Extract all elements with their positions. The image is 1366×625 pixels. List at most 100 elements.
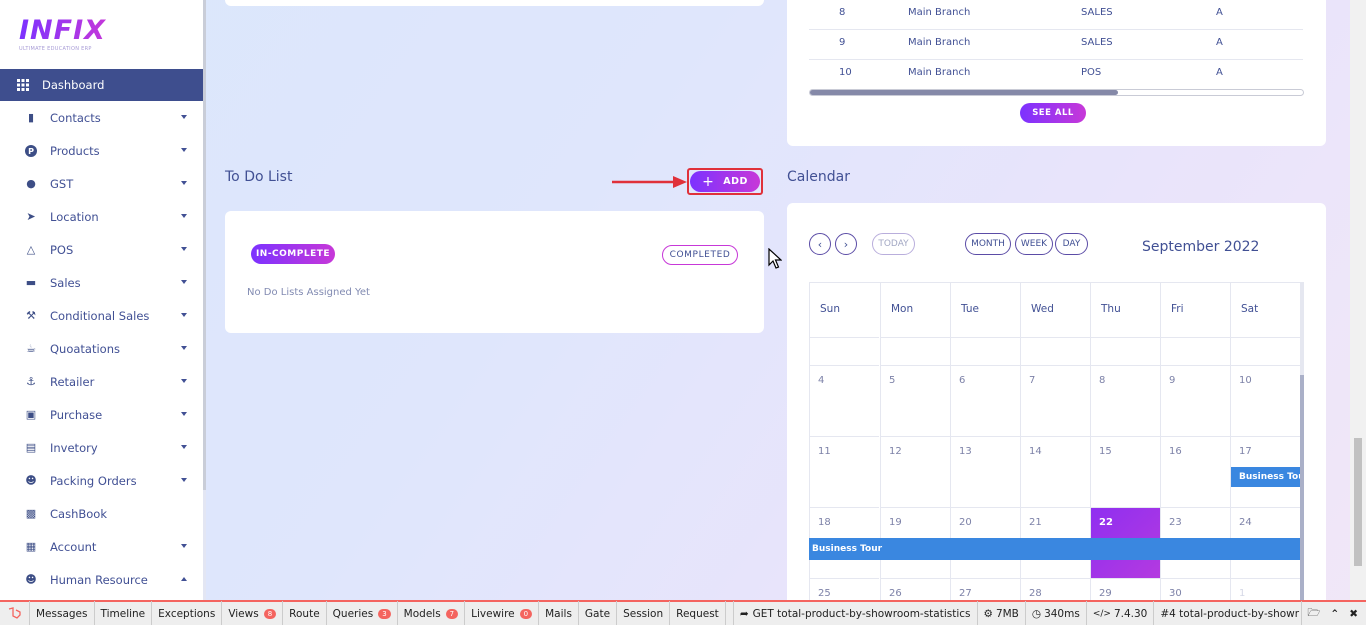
folder-open-icon[interactable]: 🗁 [1302, 601, 1325, 625]
sidebar-item-packing-orders[interactable]: ☻ Packing Orders [0, 464, 203, 497]
page-scrollbar-thumb[interactable] [1354, 438, 1362, 566]
debugbar-request-select[interactable]: #4 total-product-by-showr ⌄ [1154, 601, 1303, 625]
sidebar-item-dashboard[interactable]: Dashboard [0, 69, 203, 101]
cell-no: 10 [839, 67, 852, 78]
calendar-event[interactable]: Business Tour [809, 538, 1300, 560]
today-button[interactable]: TODAY [872, 233, 915, 255]
month-view-button[interactable]: MONTH [965, 233, 1011, 255]
debugbar-tab-route[interactable]: Route [283, 601, 327, 625]
debugbar-tab-gate[interactable]: Gate [579, 601, 618, 625]
page-scrollbar[interactable] [1350, 0, 1366, 600]
debugbar-tab-timeline[interactable]: Timeline [95, 601, 153, 625]
sidebar-item-pos[interactable]: △ POS [0, 233, 203, 266]
calendar-day-cell[interactable]: 15 [1090, 436, 1160, 507]
calendar-scroll-thumb[interactable] [1300, 375, 1304, 600]
calendar-day-cell[interactable] [1090, 337, 1160, 365]
debugbar-tab-livewire[interactable]: Livewire 0 [465, 601, 540, 625]
sidebar-item-invetory[interactable]: ▤ Invetory [0, 431, 203, 464]
debugbar-tab-request[interactable]: Request [670, 601, 726, 625]
calendar-day-cell[interactable]: 5 [880, 365, 950, 436]
sidebar-item-contacts[interactable]: ▮ Contacts [0, 101, 203, 134]
cell-type: SALES [1081, 7, 1113, 18]
calendar-day-cell[interactable]: 7 [1020, 365, 1090, 436]
sidebar-item-gst[interactable]: ● GST [0, 167, 203, 200]
calendar-day-cell[interactable] [1160, 337, 1230, 365]
tab-incomplete[interactable]: IN-COMPLETE [251, 244, 335, 264]
scrollbar-thumb[interactable] [810, 90, 1118, 95]
debugbar-tab-label: Livewire [471, 607, 515, 620]
caret-down-icon [181, 280, 187, 284]
prev-month-button[interactable]: ‹ [809, 233, 831, 255]
sidebar-item-conditional-sales[interactable]: ⚒ Conditional Sales [0, 299, 203, 332]
calendar-day-cell[interactable] [950, 337, 1020, 365]
calendar-day-number: 28 [1029, 588, 1042, 599]
debugbar-tab-queries[interactable]: Queries 3 [327, 601, 398, 625]
calendar-day-cell[interactable]: 13 [950, 436, 1020, 507]
logo[interactable]: INFIX ULTIMATE EDUCATION ERP [0, 0, 203, 69]
calendar-day-cell[interactable]: 9 [1160, 365, 1230, 436]
calendar-day-cell[interactable]: 10 [1230, 365, 1300, 436]
calendar-day-cell[interactable]: 16 [1160, 436, 1230, 507]
next-month-button[interactable]: › [835, 233, 857, 255]
debugbar-tab-label: Views [228, 607, 259, 620]
sidebar-item-label: Conditional Sales [50, 308, 150, 323]
mug-icon: ☕ [26, 342, 36, 355]
debugbar-tab-models[interactable]: Models 7 [398, 601, 466, 625]
weekday-header: Thu [1090, 283, 1160, 337]
debugbar-tab-exceptions[interactable]: Exceptions [152, 601, 223, 625]
table-horizontal-scrollbar[interactable] [809, 89, 1304, 96]
calendar-day-cell[interactable]: 14 [1020, 436, 1090, 507]
debugbar-tab-messages[interactable]: Messages [30, 601, 95, 625]
pos-icon: △ [26, 243, 36, 256]
weekday-header: Fri [1160, 283, 1230, 337]
calendar-day-cell[interactable]: 6 [950, 365, 1020, 436]
calendar-day-cell[interactable]: 12 [880, 436, 950, 507]
caret-down-icon [181, 445, 187, 449]
calendar-day-cell[interactable]: 11 [809, 436, 879, 507]
sidebar-item-human-resource[interactable]: ☻ Human Resource [0, 563, 203, 596]
sidebar-item-products[interactable]: P Products [0, 134, 203, 167]
debugbar-tab-session[interactable]: Session [617, 601, 671, 625]
sidebar-item-sales[interactable]: ▬ Sales [0, 266, 203, 299]
laravel-logo-icon[interactable] [0, 601, 30, 625]
calendar-day-number: 5 [889, 375, 896, 386]
request-select-value: #4 total-product-by-showr [1160, 607, 1300, 620]
calendar-day-cell[interactable] [1020, 337, 1090, 365]
todo-card [225, 211, 764, 333]
add-label: ADD [723, 176, 748, 187]
sidebar-item-purchase[interactable]: ▣ Purchase [0, 398, 203, 431]
calendar-day-cell[interactable] [1230, 337, 1300, 365]
sidebar-scrollbar[interactable] [203, 0, 206, 490]
logo-text: INFIX [19, 17, 203, 45]
weekday-header: Tue [950, 283, 1020, 337]
week-view-button[interactable]: WEEK [1015, 233, 1053, 255]
debugbar-tab-views[interactable]: Views 8 [222, 601, 284, 625]
contacts-icon: ▮ [27, 111, 35, 124]
calendar-event[interactable]: Business Tour [1231, 467, 1300, 487]
table-row: 9 Main Branch SALES A [809, 30, 1303, 60]
see-all-button[interactable]: SEE ALL [1020, 103, 1086, 123]
sidebar-item-label: Products [50, 143, 100, 158]
day-view-button[interactable]: DAY [1055, 233, 1088, 255]
calendar-day-cell[interactable]: 4 [809, 365, 879, 436]
calendar-day-cell[interactable] [880, 337, 950, 365]
calendar-day-number: 15 [1099, 446, 1112, 457]
calendar-day-cell[interactable] [809, 337, 879, 365]
calendar-day-cell[interactable]: 8 [1090, 365, 1160, 436]
sidebar-item-quoatations[interactable]: ☕ Quoatations [0, 332, 203, 365]
debugbar-tab-mails[interactable]: Mails [539, 601, 579, 625]
close-icon[interactable]: ✖ [1344, 601, 1366, 625]
sidebar-item-retailer[interactable]: ⚓ Retailer [0, 365, 203, 398]
sidebar-item-account[interactable]: ▦ Account [0, 530, 203, 563]
card-top-left [225, 0, 764, 6]
calendar-day-number: 10 [1239, 375, 1252, 386]
add-todo-button[interactable]: + ADD [690, 171, 760, 192]
debugbar-tab-label: Route [289, 607, 320, 620]
sidebar-item-cashbook[interactable]: ▩ CashBook [0, 497, 203, 530]
memory-text: 7MB [995, 607, 1019, 620]
cell-branch: Main Branch [908, 67, 971, 78]
sidebar-item-location[interactable]: ➤ Location [0, 200, 203, 233]
debugbar-memory: ⚙ 7MB [978, 601, 1026, 625]
tab-completed[interactable]: COMPLETED [662, 245, 738, 265]
chevron-up-icon[interactable]: ⌃ [1325, 601, 1344, 625]
